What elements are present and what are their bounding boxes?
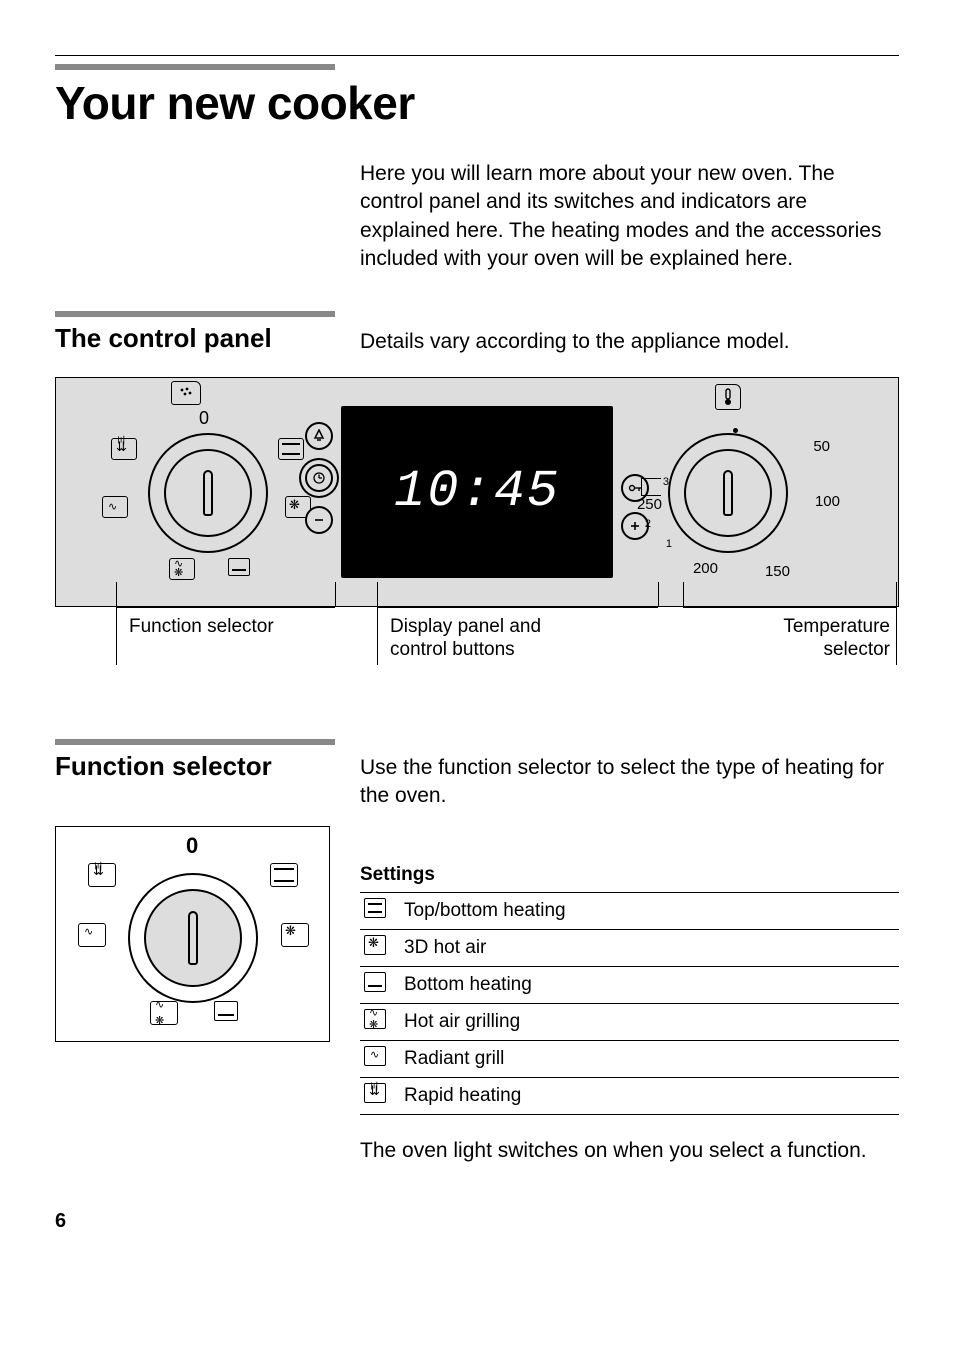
- table-row: Top/bottom heating: [360, 893, 899, 930]
- function-dial-zero: 0: [199, 408, 209, 429]
- callout-display-panel: Display panel and control buttons: [390, 615, 570, 663]
- rapid-heating-icon: [88, 863, 116, 887]
- radiant-grill-icon: [78, 923, 106, 947]
- rapid-heating-icon: [364, 1083, 386, 1103]
- page-number: 6: [55, 1210, 899, 1233]
- light-icon: [171, 381, 201, 405]
- temp-indicator-dot: [733, 428, 738, 433]
- callout-line: [377, 607, 658, 608]
- callout-line: [335, 582, 336, 607]
- temperature-selector-dial[interactable]: [668, 433, 788, 553]
- top-bottom-heating-icon: [364, 898, 386, 918]
- bottom-heating-icon: [228, 558, 254, 580]
- setting-label: Bottom heating: [400, 967, 899, 1004]
- clock-button[interactable]: [305, 464, 333, 492]
- radiant-grill-icon: [364, 1046, 386, 1066]
- temp-label-250: 250: [637, 496, 662, 513]
- callout-line: [896, 582, 897, 665]
- hot-air-grilling-icon: [364, 1009, 386, 1029]
- display-panel: 10:45: [341, 406, 613, 578]
- hot-air-grilling-icon: [150, 1001, 178, 1025]
- top-bottom-heating-icon: [270, 863, 298, 887]
- table-row: Rapid heating: [360, 1078, 899, 1115]
- callout-line: [377, 607, 378, 665]
- function-selector-intro: Use the function selector to select the …: [360, 754, 899, 811]
- function-selector-dial[interactable]: [128, 873, 258, 1003]
- table-row: Bottom heating: [360, 967, 899, 1004]
- settings-table: Top/bottom heating 3D hot air Bottom hea…: [360, 892, 899, 1115]
- callout-line: [116, 607, 117, 665]
- 3d-hot-air-icon: [281, 923, 309, 947]
- callout-line: [116, 607, 335, 608]
- callout-line: [683, 607, 896, 608]
- setting-label: Radiant grill: [400, 1041, 899, 1078]
- hot-air-grilling-icon: [169, 558, 195, 580]
- function-selector-dial[interactable]: [148, 433, 268, 553]
- knob-zero: 0: [186, 833, 198, 859]
- grill-level-icon: [641, 478, 661, 496]
- display-time: 10:45: [394, 462, 560, 521]
- section-accent-bar: [55, 311, 335, 317]
- control-panel-figure: 0 10:45: [55, 377, 899, 687]
- setting-label: Hot air grilling: [400, 1004, 899, 1041]
- temp-label-50: 50: [813, 438, 830, 455]
- setting-label: Top/bottom heating: [400, 893, 899, 930]
- callout-temperature-selector: Temperature selector: [765, 615, 890, 663]
- 3d-hot-air-icon: [364, 935, 386, 955]
- alarm-button[interactable]: [305, 422, 333, 450]
- control-panel-note: Details vary according to the appliance …: [360, 328, 899, 356]
- top-bottom-heating-icon: [278, 438, 304, 460]
- control-buttons-left: [305, 412, 333, 544]
- bottom-heating-icon: [364, 972, 386, 992]
- function-selector-knob-figure: 0: [55, 826, 330, 1042]
- top-rule: [55, 55, 899, 56]
- section-accent-bar: [55, 739, 335, 745]
- minus-button[interactable]: [305, 506, 333, 534]
- callout-line: [377, 582, 378, 607]
- callout-line: [683, 582, 684, 607]
- table-row: Radiant grill: [360, 1041, 899, 1078]
- setting-label: Rapid heating: [400, 1078, 899, 1115]
- rapid-heating-icon: [111, 438, 137, 460]
- temp-label-200: 200: [693, 560, 718, 577]
- temperature-icon: [715, 384, 741, 410]
- table-row: Hot air grilling: [360, 1004, 899, 1041]
- table-row: 3D hot air: [360, 930, 899, 967]
- page-title: Your new cooker: [55, 76, 899, 130]
- callout-line: [116, 582, 117, 607]
- setting-label: 3D hot air: [400, 930, 899, 967]
- temp-label-100: 100: [815, 493, 840, 510]
- radiant-grill-icon: [102, 496, 128, 518]
- temp-label-1: 1: [666, 538, 672, 550]
- settings-heading: Settings: [360, 864, 899, 886]
- temp-label-150: 150: [765, 563, 790, 580]
- title-accent-bar: [55, 64, 335, 70]
- control-panel: 0 10:45: [55, 377, 899, 607]
- bottom-heating-icon: [214, 1001, 242, 1025]
- intro-paragraph: Here you will learn more about your new …: [360, 160, 899, 273]
- function-selector-note: The oven light switches on when you sele…: [360, 1137, 899, 1165]
- temp-label-2: 2: [645, 518, 651, 530]
- callout-function-selector: Function selector: [129, 615, 274, 639]
- callout-line: [658, 582, 659, 607]
